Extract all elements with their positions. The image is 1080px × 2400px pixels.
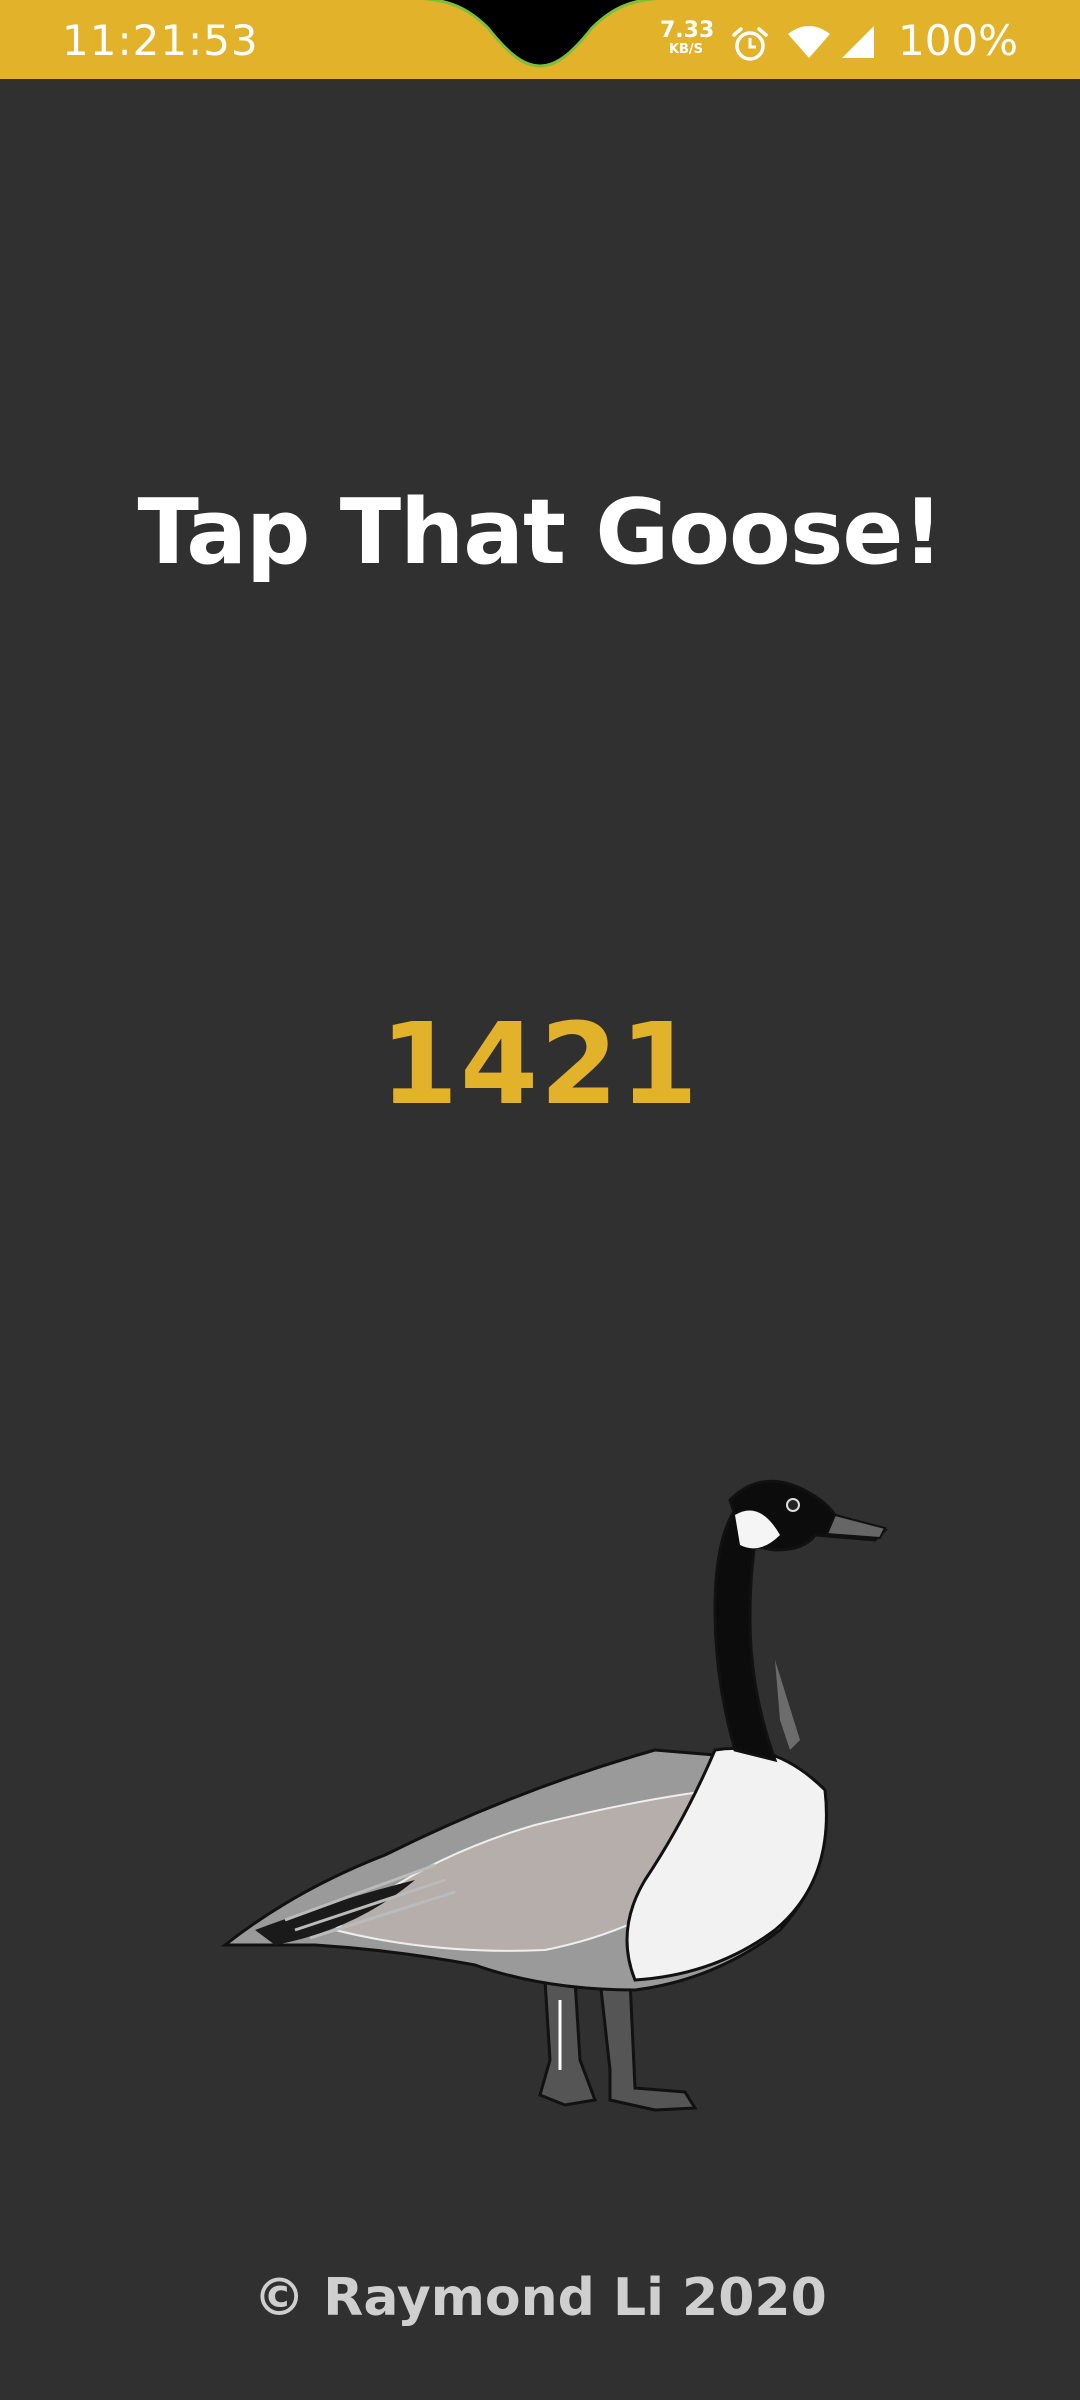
network-speed-unit: KB/S (668, 42, 704, 57)
goose-image[interactable] (215, 1460, 895, 2140)
copyright-footer: © Raymond Li 2020 (253, 2268, 827, 2328)
app-title: Tap That Goose! (137, 480, 943, 585)
signal-icon (842, 26, 874, 58)
wifi-icon (788, 26, 830, 58)
battery-level: 100% (898, 16, 1019, 65)
tap-counter: 1421 (380, 1000, 700, 1130)
network-speed-value: 7.33 (660, 18, 715, 43)
camera-notch (421, 0, 659, 68)
alarm-icon (732, 27, 768, 61)
status-time: 11:21:53 (62, 16, 259, 65)
status-bar: 11:21:53 7.33 KB/S 100% (0, 0, 1080, 79)
network-speed: 7.33 KB/S (660, 18, 715, 57)
